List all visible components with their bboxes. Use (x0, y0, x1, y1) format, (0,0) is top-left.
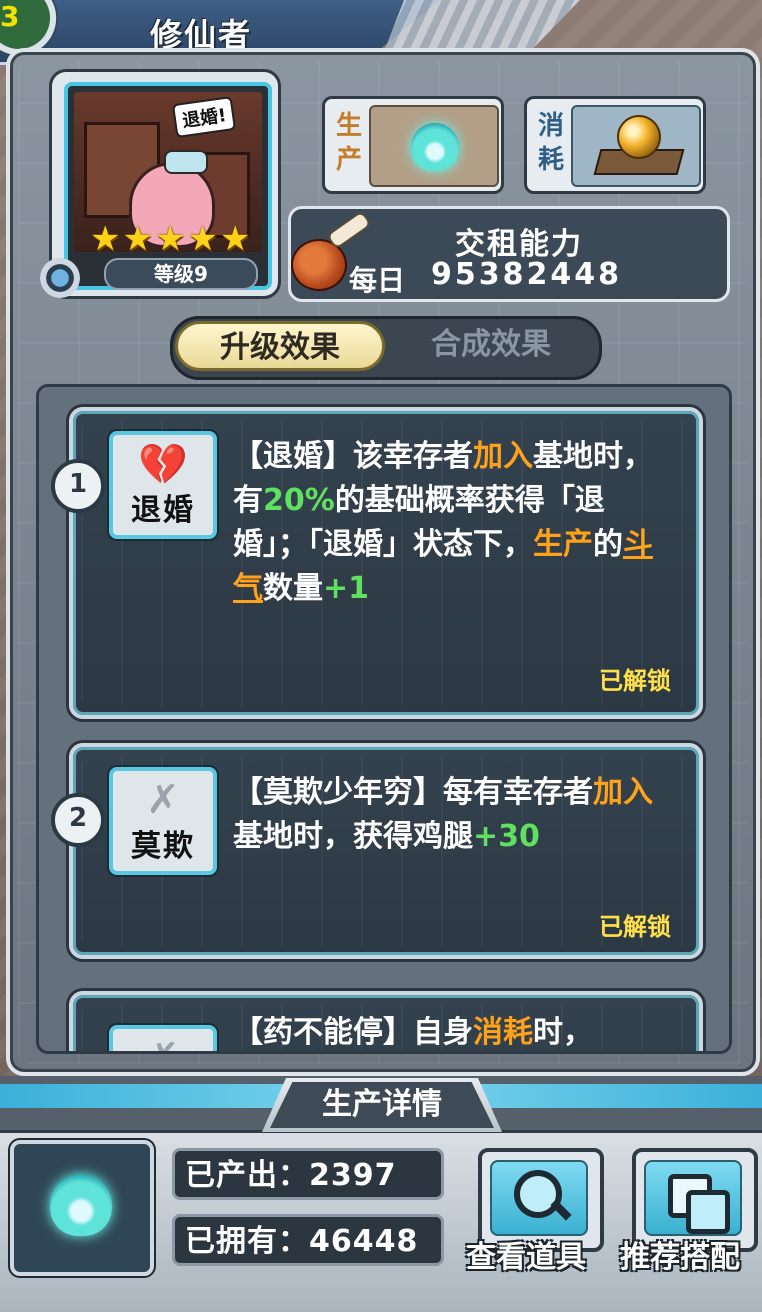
produce-slot (369, 105, 499, 187)
effect-tabs: 升级效果 合成效果 (170, 316, 602, 380)
star-icon: ★ (219, 219, 251, 259)
view-items-label[interactable]: 查看道具 (466, 1232, 586, 1276)
consume-slot (571, 105, 701, 187)
owned-count: 已拥有：46448 (172, 1214, 444, 1266)
skill-icon-name: 莫欺 (131, 829, 195, 864)
produced-count: 已产出：2397 (172, 1148, 444, 1200)
golden-orb-icon (617, 115, 661, 159)
produce-box[interactable]: 生产 (322, 96, 504, 194)
skill-icon-broken-heart[interactable]: 💔 退婚 (109, 431, 217, 539)
level-label: 等级9 (104, 258, 258, 290)
effect-number: 2 (51, 793, 105, 847)
star-rating: ★ ★ ★ ★ ★ (90, 222, 250, 256)
consume-box[interactable]: 消耗 (524, 96, 706, 194)
effect-card: 1 💔 退婚 【退婚】该幸存者加入基地时，有20%的基础概率获得「退婚」；「退婚… (51, 407, 703, 719)
rent-daily-value: 95382448 (431, 257, 622, 292)
produce-label: 生产 (335, 111, 362, 175)
unlock-status: 已解锁 (599, 667, 671, 695)
unlock-status: 已解锁 (599, 913, 671, 941)
spirit-flame-icon (411, 123, 459, 171)
view-items-button-face (490, 1160, 588, 1236)
broken-heart-icon: 💔 (138, 442, 188, 488)
character-portrait[interactable]: 退婚! ★ ★ ★ ★ ★ 等级9 (52, 72, 278, 296)
stack-front-icon (686, 1190, 730, 1234)
speech-bubble: 退婚! (171, 95, 237, 139)
effect-description: 【药不能停】自身消耗时， (233, 1015, 593, 1050)
effect-card: 2 ✗ 莫欺 【莫欺少年穷】每有幸存者加入基地时，获得鸡腿+30 已解锁 (51, 743, 703, 959)
skill-icon-medicine[interactable]: ✗ (109, 1025, 217, 1051)
star-icon: ★ (90, 219, 121, 259)
effects-list[interactable]: 1 💔 退婚 【退婚】该幸存者加入基地时，有20%的基础概率获得「退婚」；「退婚… (36, 384, 732, 1054)
star-icon: ★ (122, 219, 153, 259)
badge-digit: 3 (0, 0, 20, 33)
tab-upgrade-effect[interactable]: 升级效果 (175, 321, 385, 371)
rent-ability-box: 交租能力 每日 95382448 (288, 206, 730, 302)
spirit-flame-icon (50, 1174, 112, 1236)
tab-synthesis-effect[interactable]: 合成效果 (391, 319, 591, 371)
slash-marks-icon: ✗ (113, 1035, 213, 1051)
drumstick-icon (287, 210, 373, 291)
character-bow (164, 150, 208, 174)
effect-card: ✗ 【药不能停】自身消耗时， (69, 991, 703, 1051)
effect-number: 1 (51, 459, 105, 513)
production-details-title: 生产详情 (270, 1082, 494, 1128)
star-icon: ★ (187, 219, 218, 259)
skill-icon-name: 退婚 (131, 493, 195, 528)
consume-label: 消耗 (537, 111, 564, 175)
drumstick-bone (325, 210, 373, 250)
skill-icon-no-bully[interactable]: ✗ 莫欺 (109, 767, 217, 875)
recommend-button-face (644, 1160, 742, 1236)
portrait-frame: 退婚! ★ ★ ★ ★ ★ 等级9 (64, 82, 272, 290)
produced-item-slot[interactable] (10, 1140, 154, 1276)
slash-marks-icon: ✗ (146, 777, 180, 823)
effect-description: 【莫欺少年穷】每有幸存者加入基地时，获得鸡腿+30 (233, 775, 653, 854)
rent-daily-label: 每日 (349, 264, 406, 297)
effect-description: 【退婚】该幸存者加入基地时，有20%的基础概率获得「退婚」；「退婚」状态下，生产… (233, 439, 653, 606)
eye-toggle-icon[interactable] (40, 258, 80, 298)
magnifier-icon (514, 1170, 562, 1218)
star-icon: ★ (154, 219, 186, 259)
recommend-combo-label[interactable]: 推荐搭配 (620, 1232, 740, 1276)
